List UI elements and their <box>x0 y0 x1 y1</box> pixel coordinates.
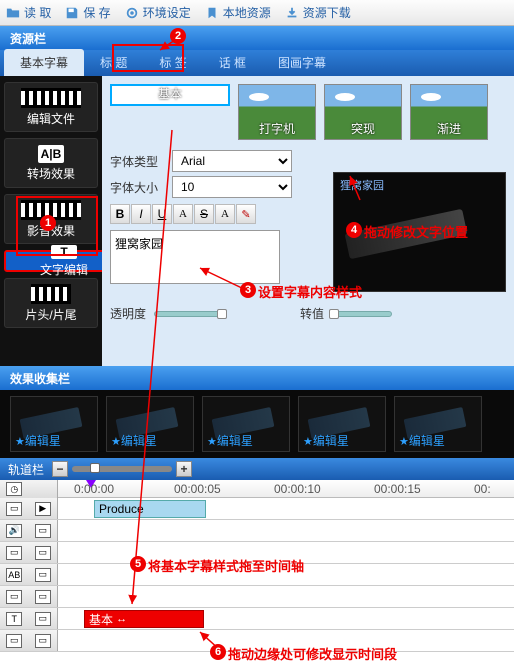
download-icon <box>285 6 299 20</box>
preview-pane[interactable]: 狸窝家园 <box>333 172 506 292</box>
sidebar-item-edit-file[interactable]: 编辑文件 <box>4 82 98 132</box>
tab-speech[interactable]: 话 框 <box>203 49 262 76</box>
fx-track[interactable] <box>58 586 514 607</box>
resource-panel-header: 资源栏 <box>0 26 514 50</box>
preview-text[interactable]: 狸窝家园 <box>340 177 384 193</box>
clear-format-button[interactable]: ✎ <box>236 204 256 224</box>
shadow-button[interactable]: A <box>215 204 235 224</box>
tab-tag[interactable]: 标 签 <box>143 49 202 76</box>
video-track-icon[interactable]: ▭ <box>6 502 22 516</box>
overlay-track[interactable] <box>58 542 514 563</box>
font-size-label: 字体大小 <box>110 179 166 196</box>
download-label: 资源下载 <box>303 4 351 21</box>
zoom-in-button[interactable]: + <box>176 461 192 477</box>
ab-icon: A|B <box>38 145 64 163</box>
zoom-out-button[interactable]: − <box>52 461 68 477</box>
settings-button[interactable]: 环境设定 <box>125 4 191 21</box>
fxbin-header: 效果收集栏 <box>0 366 514 390</box>
transition-track[interactable] <box>58 564 514 585</box>
save-label: 保 存 <box>83 4 110 21</box>
fx-item[interactable]: ★编辑星 <box>298 396 386 452</box>
play-icon[interactable]: ▶ <box>35 502 51 516</box>
video-track[interactable]: Produce <box>58 498 514 519</box>
film-reel-icon <box>345 209 468 259</box>
bookmark-icon <box>205 6 219 20</box>
rotate-label: 转值 <box>300 305 324 322</box>
film-strip-icon <box>21 200 81 220</box>
time-ruler[interactable]: 0:00:00 00:00:05 00:00:10 00:00:15 00: <box>58 480 514 498</box>
font-color-button[interactable]: A <box>173 204 193 224</box>
disk-icon <box>65 6 79 20</box>
category-sidebar: 编辑文件 A|B转场效果 影音效果 T文字编辑 片头/片尾 <box>0 76 102 366</box>
fx-collection: ★编辑星 ★编辑星 ★编辑星 ★编辑星 ★编辑星 <box>0 390 514 458</box>
thumb-basic[interactable]: 基本 <box>110 84 230 106</box>
clip-icon <box>31 284 71 304</box>
opacity-slider[interactable] <box>154 311 224 317</box>
zoom-slider[interactable] <box>72 466 172 472</box>
star-icon: ★编辑星 <box>15 432 61 449</box>
settings-label: 环境设定 <box>143 4 191 21</box>
lock-icon[interactable]: ▭ <box>35 524 51 538</box>
overlay-track-icon[interactable]: ▭ <box>6 546 22 560</box>
timeline-tracks: ▭▶Produce 🔊▭ ▭▭ AB▭ ▭▭ T▭基本 ↔ ▭▭ <box>0 498 514 652</box>
clock-icon: ◷ <box>6 482 22 496</box>
star-icon: ★编辑星 <box>399 432 445 449</box>
audio-track[interactable] <box>58 520 514 541</box>
text-track-icon[interactable]: T <box>6 612 22 626</box>
tab-picture-subtitle[interactable]: 图画字幕 <box>262 49 342 76</box>
fx-item[interactable]: ★编辑星 <box>202 396 290 452</box>
local-res-button[interactable]: 本地资源 <box>205 4 271 21</box>
subtitle-tabs: 基本字幕 标 题 标 签 话 框 图画字幕 <box>0 50 514 76</box>
text-track[interactable]: 基本 ↔ <box>58 608 514 629</box>
strike-button[interactable]: S <box>194 204 214 224</box>
style-thumbnails: 基本 打字机 突现 渐进 <box>110 84 506 140</box>
underline-button[interactable]: U <box>152 204 172 224</box>
subtitle-text-input[interactable]: 狸窝家园 <box>110 230 280 284</box>
save-button[interactable]: 保 存 <box>65 4 110 21</box>
gear-icon <box>125 6 139 20</box>
film-icon <box>21 88 81 108</box>
tab-basic-subtitle[interactable]: 基本字幕 <box>4 49 84 76</box>
opacity-label: 透明度 <box>110 305 146 322</box>
fx-item[interactable]: ★编辑星 <box>106 396 194 452</box>
sidebar-item-head-tail[interactable]: 片头/片尾 <box>4 278 98 328</box>
folder-open-icon <box>6 6 20 20</box>
thumb-pop[interactable]: 突现 <box>324 84 402 140</box>
fx-item[interactable]: ★编辑星 <box>394 396 482 452</box>
star-icon: ★编辑星 <box>111 432 157 449</box>
font-type-label: 字体类型 <box>110 153 166 170</box>
music-track[interactable] <box>58 630 514 651</box>
fx-track-icon[interactable]: ▭ <box>6 590 22 604</box>
font-size-select[interactable]: 10 <box>172 176 292 198</box>
track-panel-header: 轨道栏 − + <box>0 458 514 480</box>
italic-button[interactable]: I <box>131 204 151 224</box>
local-res-label: 本地资源 <box>223 4 271 21</box>
bold-button[interactable]: B <box>110 204 130 224</box>
star-icon: ★编辑星 <box>207 432 253 449</box>
produce-clip[interactable]: Produce <box>94 500 206 518</box>
audio-track-icon[interactable]: 🔊 <box>6 524 22 538</box>
thumb-typewriter[interactable]: 打字机 <box>238 84 316 140</box>
thumb-fade[interactable]: 渐进 <box>410 84 488 140</box>
tab-title[interactable]: 标 题 <box>84 49 143 76</box>
sidebar-item-av-effect[interactable]: 影音效果 <box>4 194 98 244</box>
sidebar-item-transition[interactable]: A|B转场效果 <box>4 138 98 188</box>
open-label: 读 取 <box>24 4 51 21</box>
ab-track-icon[interactable]: AB <box>6 568 22 582</box>
subtitle-clip[interactable]: 基本 ↔ <box>84 610 204 628</box>
font-type-select[interactable]: Arial <box>172 150 292 172</box>
open-button[interactable]: 读 取 <box>6 4 51 21</box>
download-button[interactable]: 资源下载 <box>285 4 351 21</box>
music-track-icon[interactable]: ▭ <box>6 634 22 648</box>
text-icon: T <box>51 245 77 259</box>
sidebar-item-text-edit[interactable]: T文字编辑 <box>4 250 102 272</box>
rotate-slider[interactable] <box>332 311 392 317</box>
star-icon: ★编辑星 <box>303 432 349 449</box>
fx-item[interactable]: ★编辑星 <box>10 396 98 452</box>
